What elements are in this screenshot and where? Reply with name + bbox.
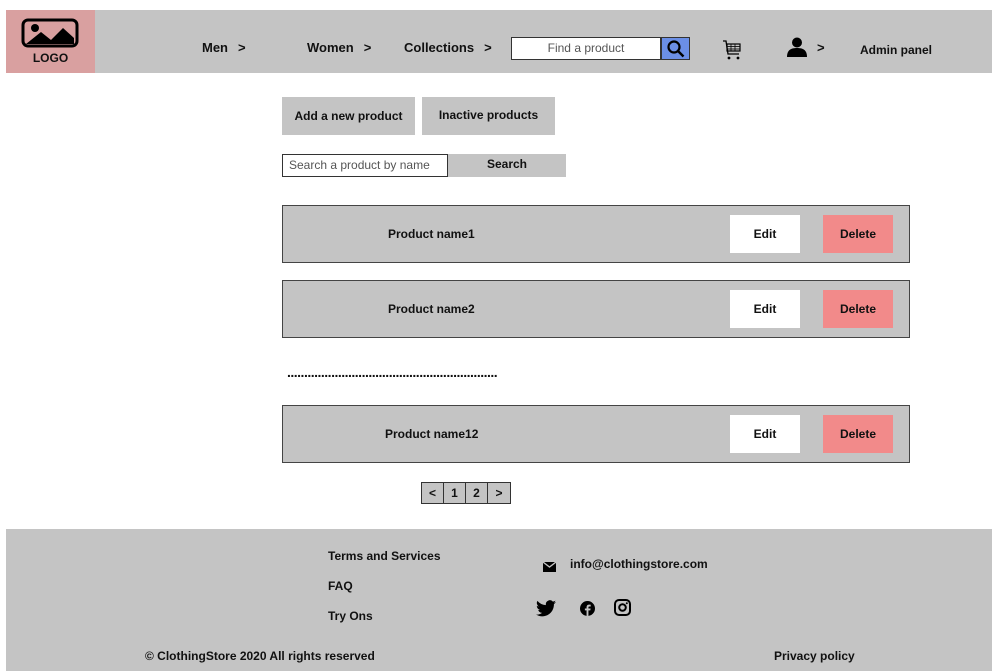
- image-icon: [21, 18, 79, 48]
- email-link[interactable]: info@clothingstore.com: [570, 557, 708, 571]
- edit-button[interactable]: Edit: [730, 215, 800, 253]
- product-name: Product name2: [388, 302, 475, 316]
- terms-link[interactable]: Terms and Services: [328, 549, 441, 563]
- delete-button[interactable]: Delete: [823, 415, 893, 453]
- try-ons-link[interactable]: Try Ons: [328, 609, 373, 623]
- mail-icon: [543, 562, 556, 572]
- nav-men-label: Men: [202, 40, 228, 55]
- page-2-button[interactable]: 2: [466, 483, 488, 503]
- edit-button[interactable]: Edit: [730, 290, 800, 328]
- nav-men[interactable]: Men >: [202, 40, 246, 55]
- product-row: Product name12 Edit Delete: [282, 405, 910, 463]
- faq-link[interactable]: FAQ: [328, 579, 353, 593]
- user-icon[interactable]: [786, 37, 808, 62]
- logo[interactable]: LOGO: [6, 10, 95, 73]
- twitter-icon[interactable]: [536, 600, 556, 617]
- product-name: Product name1: [388, 227, 475, 241]
- page-next-button[interactable]: >: [488, 483, 510, 503]
- chevron-right-icon: >: [238, 40, 246, 55]
- delete-button[interactable]: Delete: [823, 290, 893, 328]
- chevron-right-icon: >: [484, 40, 492, 55]
- cart-icon[interactable]: [722, 39, 742, 66]
- privacy-policy-link[interactable]: Privacy policy: [774, 649, 855, 663]
- page-1-button[interactable]: 1: [444, 483, 466, 503]
- product-row: Product name2 Edit Delete: [282, 280, 910, 338]
- instagram-icon[interactable]: [614, 599, 631, 616]
- list-ellipsis: ........................................…: [287, 364, 498, 380]
- header-bar: LOGO Men > Women > Collections > Find a pro…: [6, 10, 992, 73]
- copyright-text: © ClothingStore 2020 All rights reserved: [145, 649, 375, 663]
- edit-button[interactable]: Edit: [730, 415, 800, 453]
- product-search-input[interactable]: Find a product: [511, 37, 661, 60]
- pagination: < 1 2 >: [421, 482, 511, 504]
- nav-collections[interactable]: Collections >: [404, 40, 492, 55]
- inactive-products-button[interactable]: Inactive products: [422, 97, 555, 135]
- nav-women[interactable]: Women >: [307, 40, 371, 55]
- user-menu-chevron[interactable]: >: [817, 40, 825, 55]
- product-row: Product name1 Edit Delete: [282, 205, 910, 263]
- delete-button[interactable]: Delete: [823, 215, 893, 253]
- name-search-button[interactable]: Search: [448, 154, 566, 177]
- nav-collections-label: Collections: [404, 40, 475, 55]
- logo-text: LOGO: [32, 51, 69, 65]
- footer: Terms and Services FAQ Try Ons info@clot…: [6, 529, 992, 671]
- page-prev-button[interactable]: <: [422, 483, 444, 503]
- facebook-icon[interactable]: [580, 601, 595, 616]
- nav-women-label: Women: [307, 40, 354, 55]
- admin-panel-link[interactable]: Admin panel: [860, 43, 932, 57]
- chevron-right-icon: >: [363, 40, 372, 55]
- add-product-button[interactable]: Add a new product: [282, 97, 415, 135]
- name-search-input[interactable]: Search a product by name: [282, 154, 448, 177]
- search-icon: [667, 40, 685, 58]
- product-name: Product name12: [385, 427, 479, 441]
- product-search-button[interactable]: [661, 37, 690, 60]
